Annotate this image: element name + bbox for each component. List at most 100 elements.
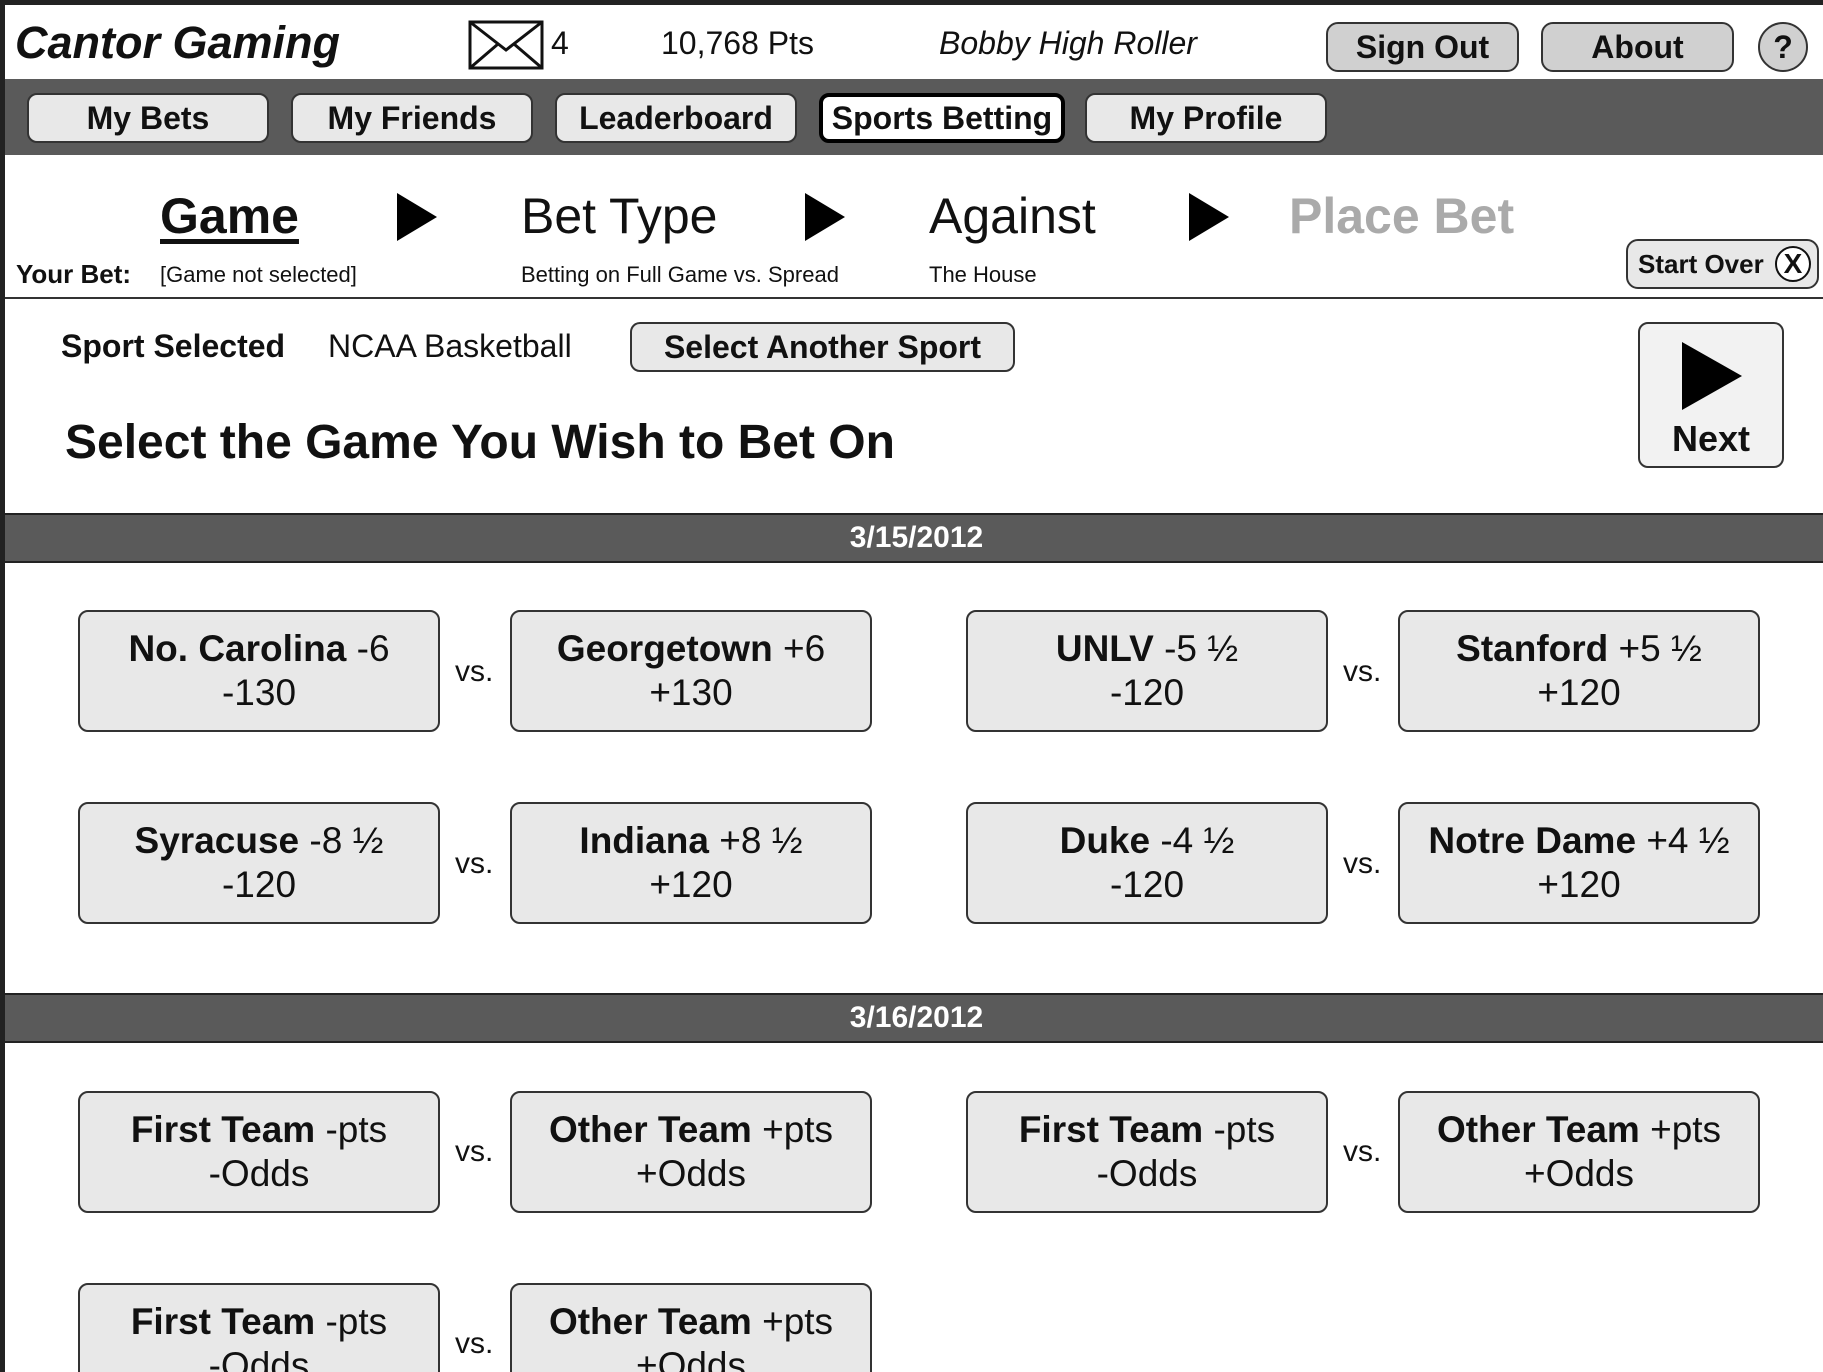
team-line: +4 ½ bbox=[1646, 820, 1730, 861]
team-option[interactable]: Notre Dame +4 ½ +120 bbox=[1398, 802, 1760, 924]
team-odds: +Odds bbox=[635, 1345, 747, 1372]
nav-my-friends[interactable]: My Friends bbox=[291, 93, 533, 143]
team-line: -pts bbox=[325, 1109, 388, 1150]
team-odds: +120 bbox=[649, 864, 733, 905]
team-name: Other Team bbox=[548, 1109, 752, 1150]
team-line: +8 ½ bbox=[719, 820, 803, 861]
team-line: +5 ½ bbox=[1618, 628, 1702, 669]
bet-wizard: Game Bet Type Against Place Bet Your Bet… bbox=[5, 155, 1823, 299]
next-button[interactable]: Next bbox=[1638, 322, 1784, 468]
app-window: Cantor Gaming 4 10,768 Pts Bobby High Ro… bbox=[0, 0, 1823, 1372]
step-place-bet: Place Bet bbox=[1289, 188, 1515, 244]
team-option[interactable]: Indiana +8 ½ +120 bbox=[510, 802, 872, 924]
page-title: Select the Game You Wish to Bet On bbox=[65, 416, 895, 469]
team-odds: +Odds bbox=[1523, 1153, 1635, 1194]
team-name: Duke bbox=[1059, 820, 1151, 861]
team-option[interactable]: Stanford +5 ½ +120 bbox=[1398, 610, 1760, 732]
start-over-button[interactable]: Start Over X bbox=[1626, 239, 1819, 289]
team-option[interactable]: Syracuse -8 ½ -120 bbox=[78, 802, 440, 924]
team-name: First Team bbox=[130, 1301, 316, 1342]
date-header: 3/16/2012 bbox=[5, 993, 1823, 1043]
team-option[interactable]: Duke -4 ½ -120 bbox=[966, 802, 1328, 924]
play-arrow-icon bbox=[1682, 342, 1742, 410]
help-button[interactable]: ? bbox=[1758, 22, 1808, 72]
select-another-sport-button[interactable]: Select Another Sport bbox=[630, 322, 1015, 372]
team-odds: +120 bbox=[1537, 672, 1621, 713]
sign-out-button[interactable]: Sign Out bbox=[1326, 22, 1519, 72]
team-odds: -120 bbox=[1109, 864, 1185, 905]
team-line: -8 ½ bbox=[309, 820, 384, 861]
team-line: -5 ½ bbox=[1164, 628, 1239, 669]
team-odds: +Odds bbox=[635, 1153, 747, 1194]
points-balance: 10,768 Pts bbox=[661, 25, 814, 61]
step-arrow-icon bbox=[1189, 193, 1229, 241]
team-name: UNLV bbox=[1055, 628, 1154, 669]
team-option[interactable]: First Team -pts -Odds bbox=[966, 1091, 1328, 1213]
mail-count: 4 bbox=[551, 25, 569, 61]
team-option[interactable]: UNLV -5 ½ -120 bbox=[966, 610, 1328, 732]
team-option[interactable]: Other Team +pts +Odds bbox=[510, 1091, 872, 1213]
team-name: Syracuse bbox=[134, 820, 300, 861]
team-odds: -120 bbox=[1109, 672, 1185, 713]
nav-leaderboard[interactable]: Leaderboard bbox=[555, 93, 797, 143]
nav-sports-betting[interactable]: Sports Betting bbox=[819, 93, 1065, 143]
team-line: +pts bbox=[762, 1109, 834, 1150]
start-over-label: Start Over bbox=[1638, 248, 1764, 279]
team-name: Indiana bbox=[579, 820, 709, 861]
game-summary: [Game not selected] bbox=[160, 262, 357, 287]
team-odds: -120 bbox=[221, 864, 297, 905]
user-name: Bobby High Roller bbox=[939, 25, 1197, 61]
vs-label: vs. bbox=[455, 1327, 494, 1360]
team-odds: -Odds bbox=[208, 1345, 310, 1372]
vs-label: vs. bbox=[455, 1135, 494, 1168]
team-name: First Team bbox=[130, 1109, 316, 1150]
step-game[interactable]: Game bbox=[160, 187, 299, 245]
mail-icon[interactable] bbox=[468, 20, 544, 70]
about-button[interactable]: About bbox=[1541, 22, 1734, 72]
team-name: Notre Dame bbox=[1428, 820, 1637, 861]
team-option[interactable]: Other Team +pts +Odds bbox=[510, 1283, 872, 1372]
nav-my-bets[interactable]: My Bets bbox=[27, 93, 269, 143]
vs-label: vs. bbox=[455, 847, 494, 880]
team-option[interactable]: First Team -pts -Odds bbox=[78, 1283, 440, 1372]
team-odds: +130 bbox=[649, 672, 733, 713]
next-label: Next bbox=[1671, 418, 1751, 459]
close-icon: X bbox=[1775, 246, 1811, 282]
team-name: Other Team bbox=[1436, 1109, 1640, 1150]
top-bar: Cantor Gaming 4 10,768 Pts Bobby High Ro… bbox=[5, 5, 1823, 79]
team-name: Other Team bbox=[548, 1301, 752, 1342]
team-option[interactable]: First Team -pts -Odds bbox=[78, 1091, 440, 1213]
against-summary: The House bbox=[929, 262, 1037, 287]
date-header: 3/15/2012 bbox=[5, 513, 1823, 563]
step-arrow-icon bbox=[805, 193, 845, 241]
team-option[interactable]: No. Carolina -6 -130 bbox=[78, 610, 440, 732]
team-odds: -130 bbox=[221, 672, 297, 713]
step-against[interactable]: Against bbox=[929, 187, 1096, 245]
team-name: No. Carolina bbox=[128, 628, 347, 669]
team-odds: -Odds bbox=[1096, 1153, 1198, 1194]
main-nav: My Bets My Friends Leaderboard Sports Be… bbox=[5, 79, 1823, 155]
team-line: +pts bbox=[1650, 1109, 1722, 1150]
step-bet-type[interactable]: Bet Type bbox=[521, 187, 717, 245]
vs-label: vs. bbox=[1343, 847, 1382, 880]
vs-label: vs. bbox=[1343, 1135, 1382, 1168]
team-line: -6 bbox=[356, 628, 390, 669]
team-line: -4 ½ bbox=[1160, 820, 1235, 861]
team-line: -pts bbox=[325, 1301, 388, 1342]
team-line: -pts bbox=[1213, 1109, 1276, 1150]
team-option[interactable]: Georgetown +6 +130 bbox=[510, 610, 872, 732]
team-option[interactable]: Other Team +pts +Odds bbox=[1398, 1091, 1760, 1213]
team-line: +6 bbox=[782, 628, 826, 669]
step-arrow-icon bbox=[397, 193, 437, 241]
sport-selected-label: Sport Selected bbox=[61, 328, 286, 364]
team-name: Georgetown bbox=[556, 628, 773, 669]
team-odds: +120 bbox=[1537, 864, 1621, 905]
brand-logo: Cantor Gaming bbox=[15, 17, 341, 68]
sport-selected-value: NCAA Basketball bbox=[328, 328, 572, 364]
nav-my-profile[interactable]: My Profile bbox=[1085, 93, 1327, 143]
team-odds: -Odds bbox=[208, 1153, 310, 1194]
team-line: +pts bbox=[762, 1301, 834, 1342]
team-name: First Team bbox=[1018, 1109, 1204, 1150]
team-name: Stanford bbox=[1456, 628, 1609, 669]
vs-label: vs. bbox=[1343, 655, 1382, 688]
